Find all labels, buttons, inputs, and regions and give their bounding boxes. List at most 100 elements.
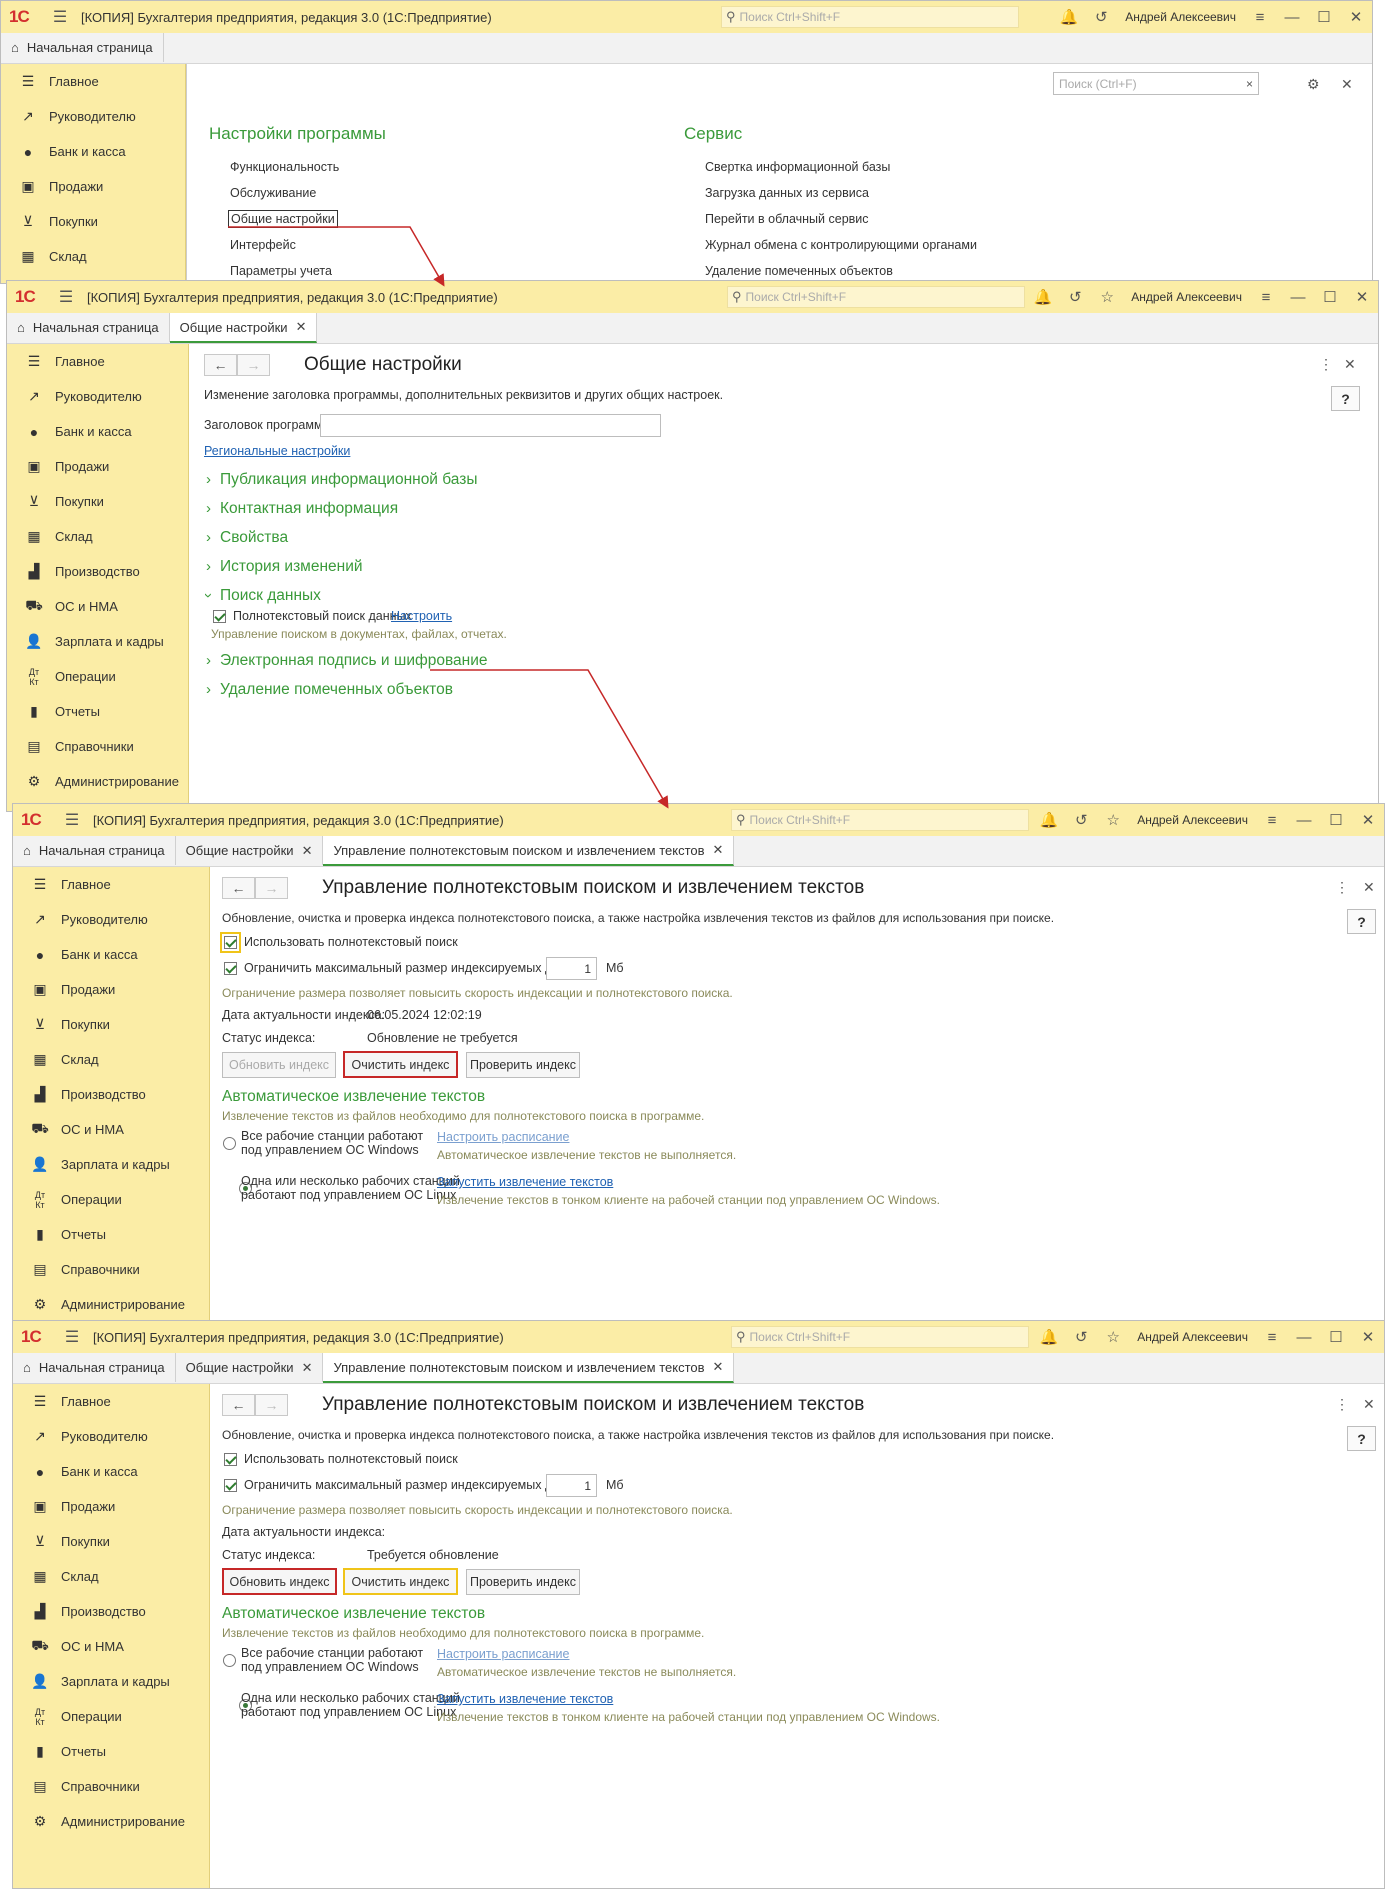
tab-fts[interactable]: Управление полнотекстовым поиском и извл… bbox=[323, 1353, 735, 1383]
close-tab-icon[interactable]: ✕ bbox=[713, 1359, 724, 1375]
link-accounting-params[interactable]: Параметры учета bbox=[230, 264, 332, 278]
menu-icon[interactable]: ☰ bbox=[47, 7, 73, 27]
checkbox-icon[interactable] bbox=[220, 931, 241, 953]
menu-icon[interactable]: ☰ bbox=[53, 287, 79, 307]
link-exchange-log[interactable]: Журнал обмена с контролирующими органами bbox=[705, 238, 977, 252]
global-search-input[interactable]: ⚲ Поиск Ctrl+Shift+F bbox=[727, 286, 1025, 308]
link-general-settings[interactable]: Общие настройки bbox=[228, 210, 338, 228]
back-icon[interactable]: ← bbox=[204, 354, 237, 376]
sidebar-item-reports[interactable]: ▮ Отчеты bbox=[13, 1734, 209, 1769]
sidebar-item-salary[interactable]: 👤 Зарплата и кадры bbox=[7, 624, 188, 659]
radio-linux-label[interactable]: Одна или несколько рабочих станций работа… bbox=[241, 1174, 460, 1202]
tab-home[interactable]: ⌂ Начальная страница bbox=[1, 33, 164, 62]
sidebar-item-salary[interactable]: 👤 Зарплата и кадры bbox=[13, 1664, 209, 1699]
checkbox-icon[interactable] bbox=[224, 961, 237, 975]
settings-menu-icon[interactable]: ≡ bbox=[1244, 9, 1276, 26]
section-contact[interactable]: › Контактная информация bbox=[206, 500, 398, 518]
close-icon[interactable]: ✕ bbox=[1346, 288, 1378, 306]
section-delete-marked[interactable]: › Удаление помеченных объектов bbox=[206, 681, 453, 699]
global-search-input[interactable]: ⚲ Поиск Ctrl+Shift+F bbox=[721, 6, 1019, 28]
update-index-button[interactable]: Обновить индекс bbox=[222, 1052, 336, 1078]
sidebar-item-bank[interactable]: ● Банк и касса bbox=[1, 134, 185, 169]
sidebar-item-warehouse[interactable]: ▦ Склад bbox=[7, 519, 188, 554]
sidebar-item-sales[interactable]: ▣ Продажи bbox=[7, 449, 188, 484]
close-form-icon[interactable]: ✕ bbox=[1344, 356, 1356, 373]
sidebar-item-assets[interactable]: ⛟ ОС и НМА bbox=[13, 1112, 209, 1147]
clear-icon[interactable]: × bbox=[1246, 77, 1253, 91]
link-cloud[interactable]: Перейти в облачный сервис bbox=[705, 212, 869, 226]
tab-home[interactable]: ⌂ Начальная страница bbox=[13, 1353, 176, 1382]
fts-configure-link[interactable]: Настроить bbox=[391, 609, 452, 623]
sidebar-item-sales[interactable]: ▣ Продажи bbox=[13, 972, 209, 1007]
minimize-icon[interactable]: — bbox=[1276, 9, 1308, 26]
sidebar-item-production[interactable]: ▟ Производство bbox=[13, 1077, 209, 1112]
close-tab-icon[interactable]: ✕ bbox=[302, 843, 313, 859]
radio-windows[interactable] bbox=[223, 1137, 236, 1150]
gear-icon[interactable]: ⚙ bbox=[1307, 76, 1320, 93]
tab-general-settings[interactable]: Общие настройки ✕ bbox=[169, 313, 318, 343]
link-functionality[interactable]: Функциональность bbox=[230, 160, 339, 174]
sidebar-item-catalogs[interactable]: ▤ Справочники bbox=[7, 729, 188, 764]
sidebar-item-purchases[interactable]: ⊻ Покупки bbox=[13, 1524, 209, 1559]
help-button[interactable]: ? bbox=[1331, 386, 1360, 411]
minimize-icon[interactable]: — bbox=[1282, 289, 1314, 306]
sidebar-item-operations[interactable]: Дт Кт Операции bbox=[7, 659, 188, 694]
maximize-icon[interactable]: ☐ bbox=[1320, 1328, 1352, 1346]
sidebar-item-director[interactable]: ↗ Руководителю bbox=[7, 379, 188, 414]
sidebar-item-sales[interactable]: ▣ Продажи bbox=[13, 1489, 209, 1524]
panel-search-input[interactable]: Поиск (Ctrl+F) × bbox=[1053, 72, 1259, 95]
link-maintenance[interactable]: Обслуживание bbox=[230, 186, 316, 200]
use-fts-checkbox[interactable]: Использовать полнотекстовый поиск bbox=[224, 1452, 458, 1466]
sidebar-item-catalogs[interactable]: ▤ Справочники bbox=[13, 1769, 209, 1804]
close-tab-icon[interactable]: ✕ bbox=[302, 1360, 313, 1376]
sidebar-item-warehouse[interactable]: ▦ Склад bbox=[13, 1559, 209, 1594]
maximize-icon[interactable]: ☐ bbox=[1314, 288, 1346, 306]
help-button[interactable]: ? bbox=[1347, 909, 1376, 934]
user-name[interactable]: Андрей Алексеевич bbox=[1123, 290, 1250, 304]
close-icon[interactable]: ✕ bbox=[1352, 1328, 1384, 1346]
help-button[interactable]: ? bbox=[1347, 1426, 1376, 1451]
minimize-icon[interactable]: — bbox=[1288, 1329, 1320, 1346]
settings-menu-icon[interactable]: ≡ bbox=[1250, 289, 1282, 306]
close-icon[interactable]: ✕ bbox=[1352, 811, 1384, 829]
sidebar-item-assets[interactable]: ⛟ ОС и НМА bbox=[7, 589, 188, 624]
section-history[interactable]: › История изменений bbox=[206, 558, 363, 576]
regional-settings-link[interactable]: Региональные настройки bbox=[204, 444, 350, 458]
sidebar-item-main[interactable]: ☰ Главное bbox=[13, 1384, 209, 1419]
sidebar-item-operations[interactable]: Дт Кт Операции bbox=[13, 1182, 209, 1217]
minimize-icon[interactable]: — bbox=[1288, 812, 1320, 829]
start-extract-link[interactable]: Запустить извлечение текстов bbox=[437, 1175, 613, 1189]
maximize-icon[interactable]: ☐ bbox=[1320, 811, 1352, 829]
update-index-button[interactable]: Обновить индекс bbox=[222, 1568, 337, 1595]
sidebar-item-admin[interactable]: ⚙ Администрирование bbox=[7, 764, 188, 799]
limit-size-checkbox[interactable]: Ограничить максимальный размер индексиру… bbox=[224, 1478, 588, 1492]
section-signature[interactable]: › Электронная подпись и шифрование bbox=[206, 652, 488, 670]
user-name[interactable]: Андрей Алексеевич bbox=[1129, 1330, 1256, 1344]
close-form-icon[interactable]: ✕ bbox=[1363, 879, 1375, 896]
forward-icon[interactable]: → bbox=[255, 1394, 288, 1416]
sidebar-item-director[interactable]: ↗ Руководителю bbox=[1, 99, 185, 134]
tab-fts[interactable]: Управление полнотекстовым поиском и извл… bbox=[323, 836, 735, 866]
checkbox-icon[interactable] bbox=[213, 609, 226, 623]
start-extract-link[interactable]: Запустить извлечение текстов bbox=[437, 1692, 613, 1706]
more-icon[interactable]: ⋮ bbox=[1335, 1396, 1349, 1413]
schedule-link[interactable]: Настроить расписание bbox=[437, 1130, 570, 1144]
sidebar-item-production[interactable]: ▟ Производство bbox=[13, 1594, 209, 1629]
checkbox-icon[interactable] bbox=[224, 1478, 237, 1492]
section-data-search[interactable]: › Поиск данных bbox=[200, 587, 321, 605]
check-index-button[interactable]: Проверить индекс bbox=[466, 1052, 580, 1078]
sidebar-item-admin[interactable]: ⚙ Администрирование bbox=[13, 1804, 209, 1839]
checkbox-icon[interactable] bbox=[224, 1452, 237, 1466]
bell-icon[interactable]: 🔔 bbox=[1053, 8, 1085, 26]
close-tab-icon[interactable]: ✕ bbox=[296, 319, 307, 335]
menu-icon[interactable]: ☰ bbox=[59, 1327, 85, 1347]
star-icon[interactable]: ☆ bbox=[1091, 288, 1123, 306]
sidebar-item-director[interactable]: ↗ Руководителю bbox=[13, 1419, 209, 1454]
close-tab-icon[interactable]: ✕ bbox=[713, 842, 724, 858]
program-title-input[interactable] bbox=[320, 414, 661, 437]
close-icon[interactable]: ✕ bbox=[1340, 8, 1372, 26]
sidebar-item-assets[interactable]: ⛟ ОС и НМА bbox=[13, 1629, 209, 1664]
sidebar-item-main[interactable]: ☰ Главное bbox=[7, 344, 188, 379]
settings-menu-icon[interactable]: ≡ bbox=[1256, 1329, 1288, 1346]
sidebar-item-production[interactable]: ▟ Производство bbox=[7, 554, 188, 589]
